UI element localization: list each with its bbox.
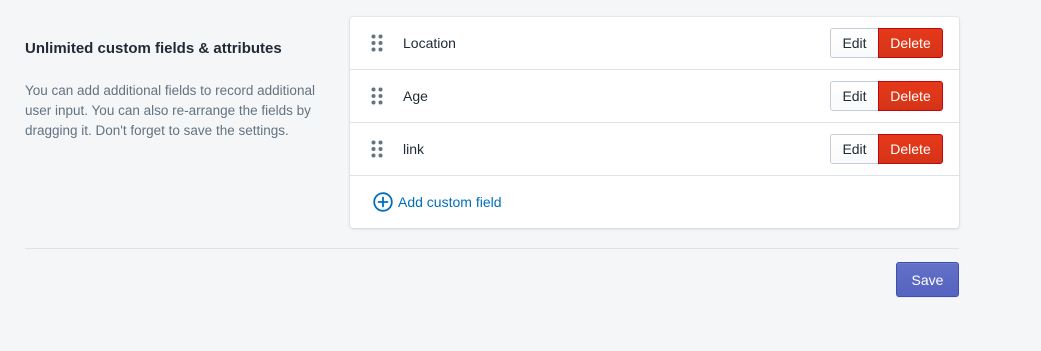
field-actions: Edit Delete [830, 134, 943, 164]
field-actions: Edit Delete [830, 81, 943, 111]
add-custom-field-link[interactable]: Add custom field [373, 192, 502, 212]
add-field-row: Add custom field [350, 176, 959, 228]
drag-handle-icon[interactable] [371, 140, 383, 158]
drag-handle-icon[interactable] [371, 87, 383, 105]
field-row[interactable]: link Edit Delete [350, 123, 959, 176]
edit-button[interactable]: Edit [830, 134, 878, 164]
field-label: Location [403, 35, 456, 51]
edit-button[interactable]: Edit [830, 28, 878, 58]
field-label: Age [403, 88, 428, 104]
drag-handle-icon[interactable] [371, 34, 383, 52]
plus-circle-icon [373, 192, 398, 212]
settings-page: Unlimited custom fields & attributes You… [0, 0, 1041, 351]
edit-button[interactable]: Edit [830, 81, 878, 111]
delete-button[interactable]: Delete [878, 28, 943, 58]
section-annotation: Unlimited custom fields & attributes You… [25, 38, 325, 141]
field-actions: Edit Delete [830, 28, 943, 58]
field-row[interactable]: Location Edit Delete [350, 17, 959, 70]
section-description: You can add additional fields to record … [25, 83, 315, 138]
section-divider [25, 248, 959, 249]
add-custom-field-label: Add custom field [398, 194, 502, 210]
field-row[interactable]: Age Edit Delete [350, 70, 959, 123]
custom-fields-card: Location Edit Delete Age Edit Delete lin… [350, 17, 959, 228]
field-label: link [403, 141, 425, 157]
save-button[interactable]: Save [896, 262, 959, 297]
delete-button[interactable]: Delete [878, 81, 943, 111]
delete-button[interactable]: Delete [878, 134, 943, 164]
section-title: Unlimited custom fields & attributes [25, 40, 282, 57]
